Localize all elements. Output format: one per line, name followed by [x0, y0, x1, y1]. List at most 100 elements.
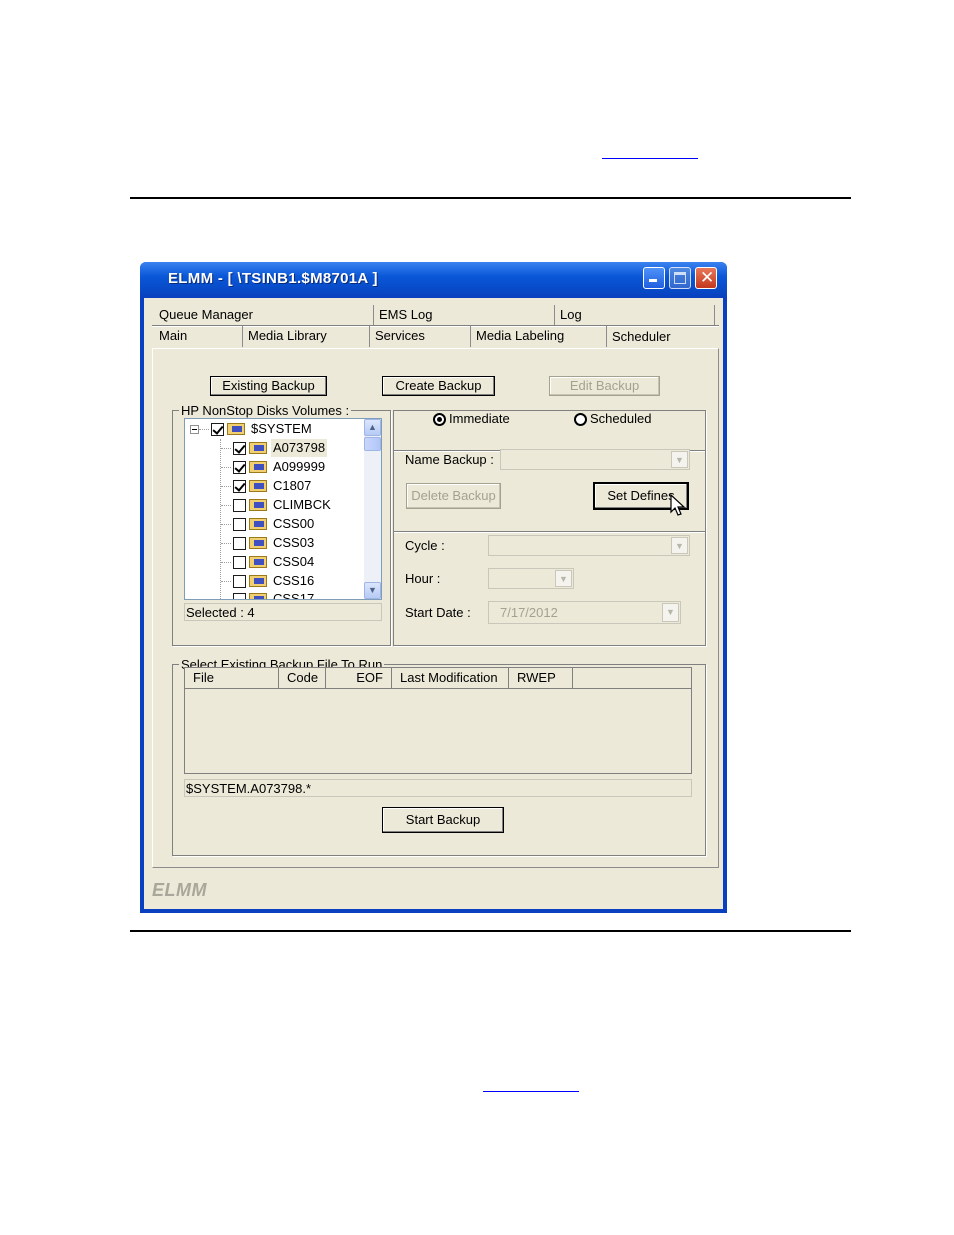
selected-count: Selected : 4 — [184, 603, 382, 621]
immediate-label[interactable]: Immediate — [449, 411, 510, 426]
close-icon: ✕ — [700, 268, 715, 287]
immediate-radio[interactable] — [433, 413, 446, 426]
tab-queue-manager[interactable]: Queue Manager — [154, 305, 374, 326]
elmm-brand-logo: ELMM — [152, 880, 207, 900]
tree-root-system[interactable]: $SYSTEM — [211, 420, 361, 438]
scheduled-radio[interactable] — [574, 413, 587, 426]
start-date-picker[interactable]: 7/17/2012 ▼ — [488, 601, 681, 624]
link-underline-top[interactable] — [602, 158, 698, 159]
title-bar[interactable]: ELMM - [ \TSINB1.$M8701A ] ✕ — [140, 262, 727, 298]
scroll-up-icon[interactable]: ▲ — [364, 419, 381, 436]
volumes-tree[interactable]: $SYSTEM A073798 A099999 C1807 CLIMBCK CS… — [184, 418, 382, 600]
checkbox-a099999[interactable] — [233, 461, 246, 474]
top-rule — [130, 197, 851, 199]
delete-backup-button[interactable]: Delete Backup — [406, 483, 501, 509]
tree-connector — [221, 543, 231, 544]
column-eof[interactable]: EOF — [326, 668, 392, 688]
checkbox-css04[interactable] — [233, 556, 246, 569]
checkbox-css16[interactable] — [233, 575, 246, 588]
tree-label: CSS17 — [273, 591, 315, 600]
tree-label: CSS04 — [273, 554, 315, 569]
bottom-rule — [130, 930, 851, 932]
backup-files-list[interactable]: File Code EOF Last Modification RWEP — [184, 667, 692, 774]
volume-folder-icon — [249, 593, 267, 599]
tree-connector — [221, 599, 231, 600]
tree-item-css16[interactable]: CSS16 — [221, 572, 361, 590]
tree-label: C1807 — [273, 478, 312, 493]
volume-folder-icon — [249, 499, 267, 511]
tree-label: CSS16 — [273, 573, 315, 588]
scheduled-label[interactable]: Scheduled — [590, 411, 651, 426]
minimize-icon — [649, 279, 657, 282]
tree-item-css04[interactable]: CSS04 — [221, 553, 361, 571]
tree-item-a073798[interactable]: A073798 — [221, 439, 361, 457]
column-code[interactable]: Code — [279, 668, 326, 688]
tree-connector — [221, 467, 231, 468]
tab-scheduler[interactable]: Scheduler — [607, 326, 717, 347]
tree-label: CSS00 — [273, 516, 315, 531]
volume-folder-icon — [249, 537, 267, 549]
tree-label: CLIMBCK — [273, 497, 331, 512]
tree-label: CSS03 — [273, 535, 315, 550]
scroll-thumb[interactable] — [364, 437, 381, 451]
close-button[interactable]: ✕ — [695, 267, 717, 289]
tree-item-css03[interactable]: CSS03 — [221, 534, 361, 552]
tree-item-c1807[interactable]: C1807 — [221, 477, 361, 495]
link-underline-bottom[interactable] — [483, 1091, 579, 1092]
tree-connector — [221, 581, 231, 582]
tree-label: $SYSTEM — [251, 421, 312, 436]
maximize-button[interactable] — [669, 267, 691, 289]
tab-log[interactable]: Log — [555, 305, 715, 326]
collapse-icon[interactable] — [190, 425, 199, 434]
hour-select[interactable]: ▼ — [488, 568, 574, 589]
tab-services[interactable]: Services — [370, 326, 471, 347]
column-rwep[interactable]: RWEP — [509, 668, 573, 688]
tree-connector — [221, 562, 231, 563]
checkbox-a073798[interactable] — [233, 442, 246, 455]
chevron-down-icon[interactable]: ▼ — [671, 451, 688, 468]
cycle-select[interactable]: ▼ — [488, 535, 690, 556]
volume-folder-icon — [249, 480, 267, 492]
checkbox-css03[interactable] — [233, 537, 246, 550]
window-title: ELMM - [ \TSINB1.$M8701A ] — [168, 270, 378, 287]
existing-backup-button[interactable]: Existing Backup — [210, 376, 327, 396]
tree-scrollbar[interactable]: ▲ ▼ — [364, 419, 381, 599]
tab-main[interactable]: Main — [154, 326, 243, 347]
create-backup-button[interactable]: Create Backup — [382, 376, 495, 396]
tree-item-css00[interactable]: CSS00 — [221, 515, 361, 533]
tab-media-library[interactable]: Media Library — [243, 326, 370, 347]
checkbox-system[interactable] — [211, 423, 224, 436]
tab-ems-log[interactable]: EMS Log — [374, 305, 555, 326]
tab-media-labeling[interactable]: Media Labeling — [471, 326, 607, 347]
tree-connector — [199, 429, 209, 430]
checkbox-climbck[interactable] — [233, 499, 246, 512]
column-last-modification[interactable]: Last Modification — [392, 668, 509, 688]
volume-folder-icon — [249, 518, 267, 530]
name-backup-select[interactable]: ▼ — [500, 449, 690, 470]
name-backup-label: Name Backup : — [405, 452, 494, 467]
tree-item-a099999[interactable]: A099999 — [221, 458, 361, 476]
minimize-button[interactable] — [643, 267, 665, 289]
window-client: Queue Manager EMS Log Log Main Media Lib… — [144, 298, 723, 909]
tree-connector — [221, 448, 231, 449]
tree-connector — [221, 524, 231, 525]
schedule-divider-2 — [394, 531, 705, 533]
volume-folder-icon — [249, 461, 267, 473]
tree-item-climbck[interactable]: CLIMBCK — [221, 496, 361, 514]
cursor-pointer-icon — [670, 494, 686, 516]
chevron-down-icon[interactable]: ▼ — [671, 537, 688, 554]
cycle-label: Cycle : — [405, 538, 445, 553]
hour-label: Hour : — [405, 571, 441, 586]
checkbox-css00[interactable] — [233, 518, 246, 531]
chevron-down-icon[interactable]: ▼ — [662, 603, 679, 622]
edit-backup-button[interactable]: Edit Backup — [549, 376, 660, 396]
chevron-down-icon[interactable]: ▼ — [555, 570, 572, 587]
checkbox-css17[interactable] — [233, 593, 246, 599]
column-file[interactable]: File — [185, 668, 279, 688]
start-backup-button[interactable]: Start Backup — [382, 807, 504, 833]
tree-item-css17[interactable]: CSS17 — [221, 590, 361, 600]
volumes-group-label: HP NonStop Disks Volumes : — [179, 403, 352, 418]
checkbox-c1807[interactable] — [233, 480, 246, 493]
volume-folder-icon — [249, 442, 267, 454]
scroll-down-icon[interactable]: ▼ — [364, 582, 381, 599]
